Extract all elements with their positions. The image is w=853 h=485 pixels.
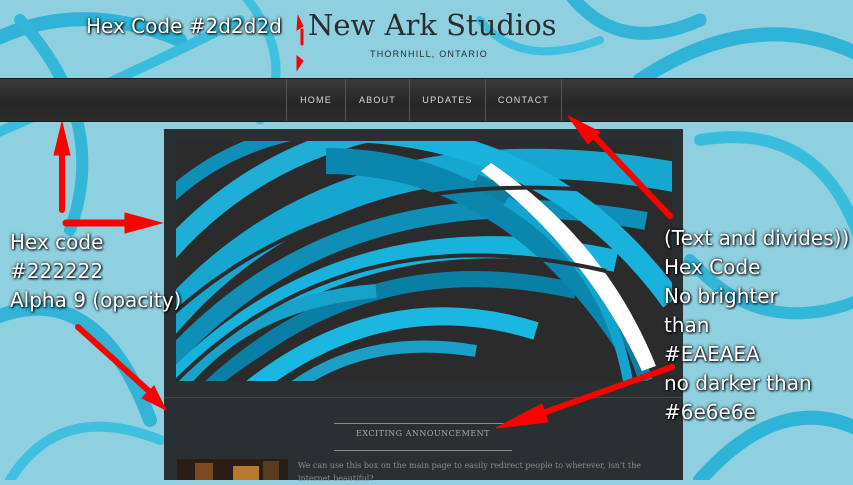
annotation-line: Alpha 9 (opacity) xyxy=(10,288,182,312)
announcement-rule-top xyxy=(334,423,512,424)
site-header: New Ark Studios THORNHILL, ONTARIO xyxy=(0,0,853,78)
annotation-line: Hex code xyxy=(10,230,104,254)
annotation-text-color: (Text and divides)) Hex Code No brighter… xyxy=(664,224,849,427)
site-tagline: THORNHILL, ONTARIO xyxy=(370,49,488,59)
announcement-title: EXCITING ANNOUNCEMENT xyxy=(355,429,490,438)
announcement-image[interactable] xyxy=(177,459,288,480)
nav-contact[interactable]: CONTACT xyxy=(485,79,562,121)
main-navigation: HOME ABOUT UPDATES CONTACT xyxy=(0,78,853,122)
panel-divider xyxy=(164,397,683,398)
nav-updates[interactable]: UPDATES xyxy=(409,79,485,121)
annotation-header-color: Hex Code #2d2d2d xyxy=(86,14,282,38)
annotation-line: #EAEAEA xyxy=(664,342,760,366)
annotation-panel-color: Hex code #222222 Alpha 9 (opacity) xyxy=(10,228,181,315)
annotation-line: Hex Code xyxy=(664,255,761,279)
site-title[interactable]: New Ark Studios xyxy=(308,8,557,42)
annotation-line: than xyxy=(664,313,710,337)
annotation-line: #222222 xyxy=(10,259,104,283)
annotation-line: #6e6e6e xyxy=(664,400,756,424)
announcement-body: We can use this box on the main page to … xyxy=(298,461,642,483)
announcement-rule-bottom xyxy=(334,450,512,451)
nav-home[interactable]: HOME xyxy=(286,79,345,121)
annotation-line: (Text and divides)) xyxy=(664,226,850,250)
nav-about[interactable]: ABOUT xyxy=(345,79,409,121)
annotation-line: No brighter xyxy=(664,284,778,308)
hero-banner xyxy=(176,141,672,381)
annotation-line: no darker than xyxy=(664,371,812,395)
